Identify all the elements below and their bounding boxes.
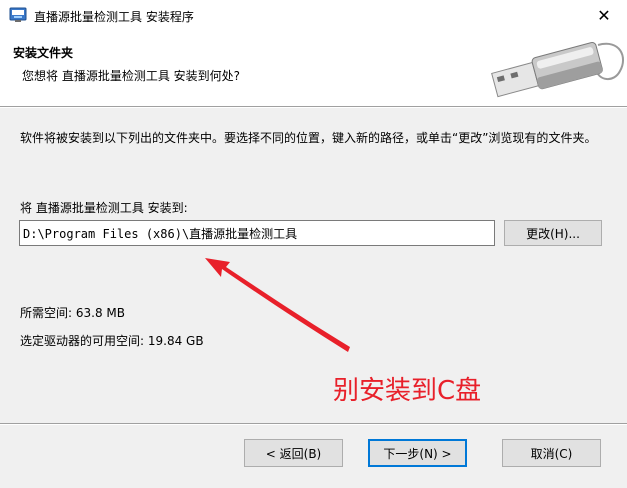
window-title: 直播源批量检测工具 安装程序: [34, 10, 194, 24]
change-folder-button[interactable]: 更改(H)...: [504, 220, 602, 246]
install-path-input[interactable]: [19, 220, 495, 246]
description-text: 软件将被安装到以下列出的文件夹中。要选择不同的位置，键入新的路径，或单击“更改”…: [20, 131, 597, 145]
close-button[interactable]: ✕: [581, 0, 627, 31]
installer-app-icon: [9, 7, 27, 22]
page-title: 安装文件夹: [13, 46, 74, 60]
cancel-button[interactable]: 取消(C): [502, 439, 601, 467]
back-button[interactable]: < 返回(B): [244, 439, 343, 467]
page-subtitle: 您想将 直播源批量检测工具 安装到何处?: [22, 69, 240, 83]
usb-drive-icon: [491, 41, 625, 98]
space-available-text: 选定驱动器的可用空间: 19.84 GB: [20, 334, 204, 348]
annotation-warning-text: 别安装到C盘: [333, 376, 482, 406]
header-panel: 安装文件夹 您想将 直播源批量检测工具 安装到何处?: [0, 31, 627, 107]
header-divider: [0, 107, 627, 108]
title-bar: 直播源批量检测工具 安装程序 ✕: [0, 0, 627, 31]
install-location-label: 将 直播源批量检测工具 安装到:: [20, 201, 188, 215]
close-icon: ✕: [597, 6, 611, 25]
space-required-text: 所需空间: 63.8 MB: [20, 306, 125, 320]
next-button[interactable]: 下一步(N) >: [368, 439, 467, 467]
